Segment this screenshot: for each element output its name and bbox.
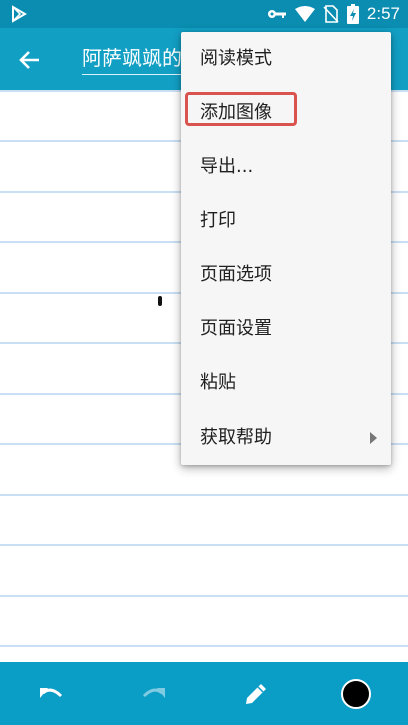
menu-item-label: 阅读模式 xyxy=(200,48,272,69)
rule-line xyxy=(0,494,408,496)
status-time: 2:57 xyxy=(366,4,400,23)
menu-item-label: 打印 xyxy=(200,210,236,231)
play-store-notification-icon xyxy=(12,5,27,23)
no-sim-icon xyxy=(323,5,339,23)
menu-item-paste[interactable]: 粘贴 xyxy=(181,356,391,410)
battery-charging-icon xyxy=(346,4,359,24)
menu-item-get-help[interactable]: 获取帮助 xyxy=(181,411,391,465)
pen-button[interactable] xyxy=(236,674,276,714)
status-icons: 2:57 xyxy=(267,0,400,28)
menu-item-label: 获取帮助 xyxy=(200,427,272,448)
menu-item-label: 页面选项 xyxy=(200,264,272,285)
menu-item-label: 页面设置 xyxy=(200,318,272,339)
rule-line xyxy=(0,645,408,647)
menu-item-label: 粘贴 xyxy=(200,372,236,393)
arrow-back-icon[interactable] xyxy=(14,44,46,76)
redo-icon xyxy=(142,688,165,698)
redo-button[interactable] xyxy=(133,674,173,714)
undo-button[interactable] xyxy=(32,674,72,714)
color-picker-button[interactable] xyxy=(336,674,376,714)
bottom-toolbar xyxy=(0,662,408,725)
color-swatch xyxy=(341,679,371,709)
pen-icon xyxy=(246,684,266,704)
menu-item-page-setup[interactable]: 页面设置 xyxy=(181,302,391,356)
undo-icon xyxy=(40,688,63,698)
status-bar: 2:57 xyxy=(0,0,408,28)
ink-stroke xyxy=(158,296,162,306)
menu-item-reading-mode[interactable]: 阅读模式 xyxy=(181,32,391,86)
page-title-input[interactable]: 阿萨飒飒的 xyxy=(82,42,192,75)
submenu-arrow-icon xyxy=(370,432,377,444)
rule-line xyxy=(0,595,408,597)
highlight-box xyxy=(185,92,297,126)
menu-item-export[interactable]: 导出... xyxy=(181,140,391,194)
menu-item-label: 导出... xyxy=(200,156,254,177)
rule-line xyxy=(0,544,408,546)
menu-item-page-options[interactable]: 页面选项 xyxy=(181,248,391,302)
key-icon xyxy=(267,10,286,18)
wifi-icon xyxy=(294,6,315,22)
menu-item-print[interactable]: 打印 xyxy=(181,194,391,248)
